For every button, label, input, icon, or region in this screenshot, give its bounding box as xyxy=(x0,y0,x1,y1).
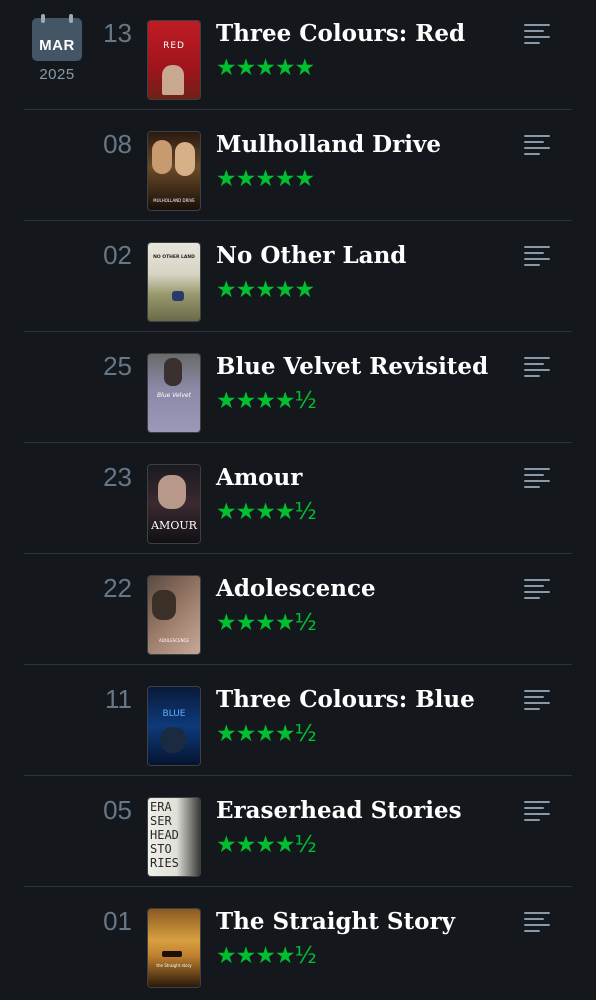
poster-figure xyxy=(162,951,182,957)
film-poster[interactable]: NO OTHER LAND xyxy=(148,243,200,321)
row-divider xyxy=(24,886,572,887)
row-divider xyxy=(24,331,572,332)
poster-text: NO OTHER LAND xyxy=(153,255,195,260)
review-lines-icon[interactable] xyxy=(524,466,550,488)
entry-day: 13 xyxy=(103,18,132,48)
film-title[interactable]: Three Colours: Blue xyxy=(216,686,475,713)
review-lines-icon[interactable] xyxy=(524,910,550,932)
poster-text: MULHOLLAND DRIVE xyxy=(153,198,195,203)
film-poster[interactable]: ADOLESCENCE xyxy=(148,576,200,654)
star-rating: ★★★★★ xyxy=(216,55,315,81)
row-divider xyxy=(24,220,572,221)
entry-day: 08 xyxy=(103,129,132,159)
poster-figure xyxy=(175,142,195,176)
diary-list: MAR 2025 13 RED Three Colours: Red ★★★★★… xyxy=(0,0,596,1000)
poster-figure xyxy=(164,358,182,386)
diary-entry[interactable]: 02 NO OTHER LAND No Other Land ★★★★★ xyxy=(0,222,596,332)
star-rating: ★★★★★ xyxy=(216,277,315,303)
poster-figure xyxy=(172,291,184,301)
diary-entry[interactable]: 01 the Straight story The Straight Story… xyxy=(0,888,596,998)
film-poster[interactable]: Blue Velvet xyxy=(148,354,200,432)
diary-entry[interactable]: 23 AMOUR Amour ★★★★½ xyxy=(0,444,596,554)
poster-figure xyxy=(162,65,184,95)
row-divider xyxy=(24,664,572,665)
diary-entry[interactable]: 08 MULHOLLAND DRIVE Mulholland Drive ★★★… xyxy=(0,111,596,221)
entry-day: 01 xyxy=(103,906,132,936)
film-poster[interactable]: ERA SER HEAD STO RIES xyxy=(148,798,200,876)
film-title[interactable]: Three Colours: Red xyxy=(216,20,465,47)
film-poster[interactable]: BLUE xyxy=(148,687,200,765)
diary-entry[interactable]: 25 Blue Velvet Blue Velvet Revisited ★★★… xyxy=(0,333,596,443)
star-rating: ★★★★½ xyxy=(216,499,317,525)
entry-day: 25 xyxy=(103,351,132,381)
row-divider xyxy=(24,553,572,554)
star-rating: ★★★★★ xyxy=(216,166,315,192)
film-poster[interactable]: MULHOLLAND DRIVE xyxy=(148,132,200,210)
film-title[interactable]: Eraserhead Stories xyxy=(216,797,462,824)
poster-figure xyxy=(160,727,186,753)
diary-entry[interactable]: 11 BLUE Three Colours: Blue ★★★★½ xyxy=(0,666,596,776)
review-lines-icon[interactable] xyxy=(524,133,550,155)
poster-figure xyxy=(152,140,172,174)
film-title[interactable]: Adolescence xyxy=(216,575,376,602)
poster-text: AMOUR xyxy=(151,519,197,532)
film-title[interactable]: The Straight Story xyxy=(216,908,455,935)
entry-day: 11 xyxy=(105,684,132,714)
review-lines-icon[interactable] xyxy=(524,244,550,266)
poster-text: BLUE xyxy=(162,709,186,719)
film-poster[interactable]: the Straight story xyxy=(148,909,200,987)
review-lines-icon[interactable] xyxy=(524,577,550,599)
review-lines-icon[interactable] xyxy=(524,355,550,377)
film-title[interactable]: No Other Land xyxy=(216,242,406,269)
star-rating: ★★★★½ xyxy=(216,832,317,858)
poster-text: the Straight story xyxy=(156,963,192,968)
poster-figure xyxy=(152,590,176,620)
star-rating: ★★★★½ xyxy=(216,721,317,747)
star-rating: ★★★★½ xyxy=(216,943,317,969)
star-rating: ★★★★½ xyxy=(216,610,317,636)
film-title[interactable]: Mulholland Drive xyxy=(216,131,441,158)
entry-day: 02 xyxy=(103,240,132,270)
diary-entry[interactable]: 05 ERA SER HEAD STO RIES Eraserhead Stor… xyxy=(0,777,596,887)
review-lines-icon[interactable] xyxy=(524,22,550,44)
poster-text: Blue Velvet xyxy=(157,392,191,399)
film-title[interactable]: Amour xyxy=(216,464,302,491)
entry-day: 23 xyxy=(103,462,132,492)
diary-entry[interactable]: 22 ADOLESCENCE Adolescence ★★★★½ xyxy=(0,555,596,665)
row-divider xyxy=(24,109,572,110)
poster-text: ADOLESCENCE xyxy=(159,638,189,643)
diary-entry[interactable]: 13 RED Three Colours: Red ★★★★★ xyxy=(0,0,596,110)
film-title[interactable]: Blue Velvet Revisited xyxy=(216,353,488,380)
film-poster[interactable]: RED xyxy=(148,21,200,99)
row-divider xyxy=(24,775,572,776)
review-lines-icon[interactable] xyxy=(524,799,550,821)
star-rating: ★★★★½ xyxy=(216,388,317,414)
entry-day: 22 xyxy=(103,573,132,603)
film-poster[interactable]: AMOUR xyxy=(148,465,200,543)
poster-text: RED xyxy=(163,41,185,51)
entry-day: 05 xyxy=(103,795,132,825)
review-lines-icon[interactable] xyxy=(524,688,550,710)
row-divider xyxy=(24,442,572,443)
poster-text: ERA SER HEAD STO RIES xyxy=(150,800,179,870)
poster-figure xyxy=(158,475,186,509)
